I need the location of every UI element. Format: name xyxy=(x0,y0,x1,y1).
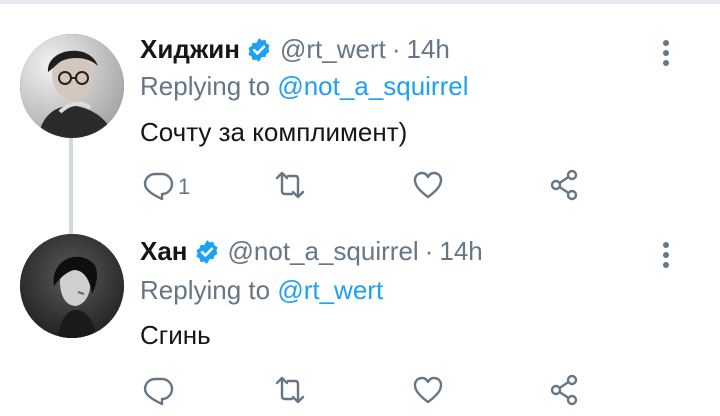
author-handle[interactable]: @not_a_squirrel xyxy=(228,236,419,267)
reply-icon xyxy=(142,169,174,206)
more-vertical-icon[interactable] xyxy=(656,38,676,68)
replying-to-mention[interactable]: @rt_wert xyxy=(277,275,383,305)
retweet-button[interactable] xyxy=(274,372,306,412)
separator: · xyxy=(424,236,434,266)
tweet-text: Сочту за комплимент) xyxy=(140,117,408,147)
tweet-1[interactable]: Хиджин @rt_wert · 14h Replying to @not_a… xyxy=(0,4,720,240)
retweet-button[interactable] xyxy=(274,167,306,207)
avatar[interactable] xyxy=(20,234,124,338)
author-handle[interactable]: @rt_wert xyxy=(280,34,386,65)
like-button[interactable] xyxy=(412,167,444,207)
share-icon xyxy=(548,169,580,206)
avatar[interactable] xyxy=(20,34,124,138)
verified-badge-icon xyxy=(246,37,272,63)
action-bar: 1 xyxy=(140,167,600,207)
heart-icon xyxy=(412,374,444,411)
author-name[interactable]: Хиджин xyxy=(140,34,240,65)
heart-icon xyxy=(412,169,444,206)
more-vertical-icon[interactable] xyxy=(656,240,676,270)
replying-to-line: Replying to @not_a_squirrel xyxy=(140,71,468,102)
share-button[interactable] xyxy=(548,167,580,207)
separator: · xyxy=(391,34,401,64)
like-button[interactable] xyxy=(412,372,444,412)
share-icon xyxy=(548,374,580,411)
reply-icon xyxy=(142,374,174,411)
tweet-header: Хиджин @rt_wert · 14h xyxy=(140,34,450,65)
verified-badge-icon xyxy=(194,239,220,265)
timestamp[interactable]: 14h xyxy=(406,34,449,65)
tweet-2[interactable]: Хан @not_a_squirrel · 14h Replying to @r… xyxy=(0,212,720,416)
tweet-text: Сгинь xyxy=(140,320,211,350)
share-button[interactable] xyxy=(548,372,580,412)
replying-to-mention[interactable]: @not_a_squirrel xyxy=(277,71,468,101)
tweet-header: Хан @not_a_squirrel · 14h xyxy=(140,236,483,267)
reply-count: 1 xyxy=(178,174,191,199)
author-name[interactable]: Хан xyxy=(140,236,188,267)
replying-prefix: Replying to xyxy=(140,275,271,305)
retweet-icon xyxy=(274,169,306,206)
replying-to-line: Replying to @rt_wert xyxy=(140,275,383,306)
retweet-icon xyxy=(274,374,306,411)
reply-button[interactable] xyxy=(142,372,178,412)
action-bar xyxy=(140,372,600,412)
replying-prefix: Replying to xyxy=(140,71,271,101)
timestamp[interactable]: 14h xyxy=(439,236,482,267)
reply-button[interactable]: 1 xyxy=(142,167,190,207)
